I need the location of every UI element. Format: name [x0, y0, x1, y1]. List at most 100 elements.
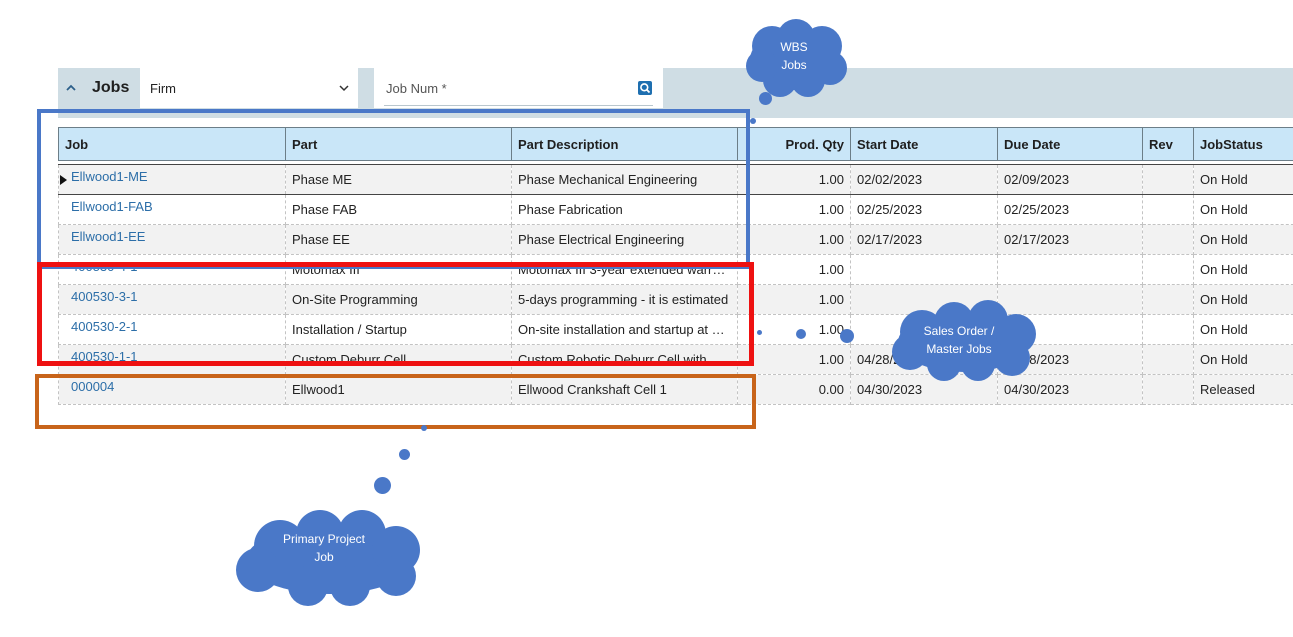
column-header-part[interactable]: Part [285, 127, 512, 161]
job-link[interactable]: 000004 [71, 379, 114, 394]
description-cell[interactable]: Phase Mechanical Engineering [511, 164, 738, 195]
status-cell[interactable]: Released [1193, 374, 1293, 405]
column-header-job-status[interactable]: JobStatus [1193, 127, 1293, 161]
job-link[interactable]: Ellwood1-FAB [71, 199, 153, 214]
description-cell[interactable]: 5-days programming - it is estimated [511, 284, 738, 315]
description-cell[interactable]: Ellwood Crankshaft Cell 1 [511, 374, 738, 405]
qty-cell[interactable]: 0.00 [737, 374, 851, 405]
search-icon[interactable] [637, 80, 653, 96]
chevron-down-icon[interactable] [338, 82, 350, 94]
wbs-callout-line2: Jobs [781, 58, 807, 72]
table-row[interactable]: Ellwood1-FAB Phase FAB Phase Fabrication… [58, 194, 1293, 225]
column-header-start-date[interactable]: Start Date [850, 127, 998, 161]
primary-project-callout-line2: Job [314, 550, 334, 564]
part-cell[interactable]: Installation / Startup [285, 314, 512, 345]
start-date-cell[interactable]: 02/02/2023 [850, 164, 998, 195]
firm-select[interactable]: Firm [140, 68, 358, 108]
status-cell[interactable]: On Hold [1193, 314, 1293, 345]
wbs-callout-bubble [759, 92, 772, 105]
table-row[interactable]: Ellwood1-EE Phase EE Phase Electrical En… [58, 224, 1293, 255]
part-cell[interactable]: Ellwood1 [285, 374, 512, 405]
status-cell[interactable]: On Hold [1193, 284, 1293, 315]
job-link[interactable]: 400530-2-1 [71, 319, 138, 334]
job-link[interactable]: Ellwood1-EE [71, 229, 145, 244]
qty-cell[interactable]: 1.00 [737, 314, 851, 345]
job-link[interactable]: 400530-4-1 [71, 259, 138, 274]
rev-cell[interactable] [1142, 194, 1194, 225]
table-row[interactable]: 000004 Ellwood1 Ellwood Crankshaft Cell … [58, 374, 1293, 405]
status-cell[interactable]: On Hold [1193, 344, 1293, 375]
status-cell[interactable]: On Hold [1193, 224, 1293, 255]
job-cell[interactable]: Ellwood1-EE [58, 224, 286, 255]
due-date-cell[interactable]: 02/09/2023 [997, 164, 1143, 195]
wbs-callout-line1: WBS [780, 40, 808, 54]
rev-cell[interactable] [1142, 254, 1194, 285]
table-row[interactable]: 400530-3-1 On-Site Programming 5-days pr… [58, 284, 1293, 315]
job-link[interactable]: 400530-1-1 [71, 349, 138, 364]
sales-order-callout-bubble [796, 329, 806, 339]
sales-order-callout-bubble [757, 330, 762, 335]
job-cell[interactable]: 400530-1-1 [58, 344, 286, 375]
column-header-job[interactable]: Job [58, 127, 286, 161]
description-cell[interactable]: On-site installation and startup at cust… [511, 314, 738, 345]
status-cell[interactable]: On Hold [1193, 254, 1293, 285]
column-header-rev[interactable]: Rev [1142, 127, 1194, 161]
part-cell[interactable]: Phase EE [285, 224, 512, 255]
job-num-input[interactable] [384, 79, 628, 97]
rev-cell[interactable] [1142, 224, 1194, 255]
job-num-field[interactable] [374, 68, 663, 108]
primary-project-callout-bubble [374, 477, 391, 494]
column-header-due-date[interactable]: Due Date [997, 127, 1143, 161]
rev-cell[interactable] [1142, 374, 1194, 405]
table-row[interactable]: 400530-4-1 Motomax III Motomax III 3-yea… [58, 254, 1293, 285]
job-cell[interactable]: 400530-4-1 [58, 254, 286, 285]
rev-cell[interactable] [1142, 164, 1194, 195]
primary-project-callout-text: Primary Project Job [262, 530, 386, 566]
start-date-cell[interactable]: 02/25/2023 [850, 194, 998, 225]
chevron-up-icon[interactable] [66, 83, 76, 93]
qty-cell[interactable]: 1.00 [737, 194, 851, 225]
description-cell[interactable]: Motomax III 3-year extended warranty [511, 254, 738, 285]
sales-order-callout-text: Sales Order / Master Jobs [905, 322, 1013, 358]
qty-cell[interactable]: 1.00 [737, 284, 851, 315]
job-link[interactable]: 400530-3-1 [71, 289, 138, 304]
job-num-underline [384, 105, 653, 106]
table-row[interactable]: 400530-1-1 Custom Deburr Cell Custom Rob… [58, 344, 1293, 375]
jobs-panel-tab[interactable]: Jobs [58, 68, 140, 108]
job-cell[interactable]: 400530-2-1 [58, 314, 286, 345]
rev-cell[interactable] [1142, 314, 1194, 345]
current-row-marker-icon [60, 175, 67, 185]
qty-cell[interactable]: 1.00 [737, 224, 851, 255]
part-cell[interactable]: Custom Deburr Cell [285, 344, 512, 375]
firm-select-value: Firm [150, 80, 176, 96]
part-cell[interactable]: Phase ME [285, 164, 512, 195]
part-cell[interactable]: On-Site Programming [285, 284, 512, 315]
due-date-cell[interactable]: 02/17/2023 [997, 224, 1143, 255]
job-link[interactable]: Ellwood1-ME [71, 169, 148, 184]
status-cell[interactable]: On Hold [1193, 164, 1293, 195]
primary-project-callout-bubble [399, 449, 410, 460]
qty-cell[interactable]: 1.00 [737, 254, 851, 285]
due-date-cell[interactable] [997, 254, 1143, 285]
table-row[interactable]: Ellwood1-ME Phase ME Phase Mechanical En… [58, 164, 1293, 195]
start-date-cell[interactable]: 02/17/2023 [850, 224, 998, 255]
column-header-prod-qty[interactable]: Prod. Qty [737, 127, 851, 161]
description-cell[interactable]: Phase Fabrication [511, 194, 738, 225]
part-cell[interactable]: Phase FAB [285, 194, 512, 225]
start-date-cell[interactable] [850, 254, 998, 285]
description-cell[interactable]: Phase Electrical Engineering [511, 224, 738, 255]
status-cell[interactable]: On Hold [1193, 194, 1293, 225]
part-cell[interactable]: Motomax III [285, 254, 512, 285]
job-cell[interactable]: 000004 [58, 374, 286, 405]
qty-cell[interactable]: 1.00 [737, 164, 851, 195]
due-date-cell[interactable]: 02/25/2023 [997, 194, 1143, 225]
job-cell[interactable]: Ellwood1-FAB [58, 194, 286, 225]
job-cell[interactable]: 400530-3-1 [58, 284, 286, 315]
rev-cell[interactable] [1142, 344, 1194, 375]
description-cell[interactable]: Custom Robotic Deburr Cell with [511, 344, 738, 375]
qty-cell[interactable]: 1.00 [737, 344, 851, 375]
rev-cell[interactable] [1142, 284, 1194, 315]
job-cell[interactable]: Ellwood1-ME [58, 164, 286, 195]
table-row[interactable]: 400530-2-1 Installation / Startup On-sit… [58, 314, 1293, 345]
column-header-part-description[interactable]: Part Description [511, 127, 738, 161]
